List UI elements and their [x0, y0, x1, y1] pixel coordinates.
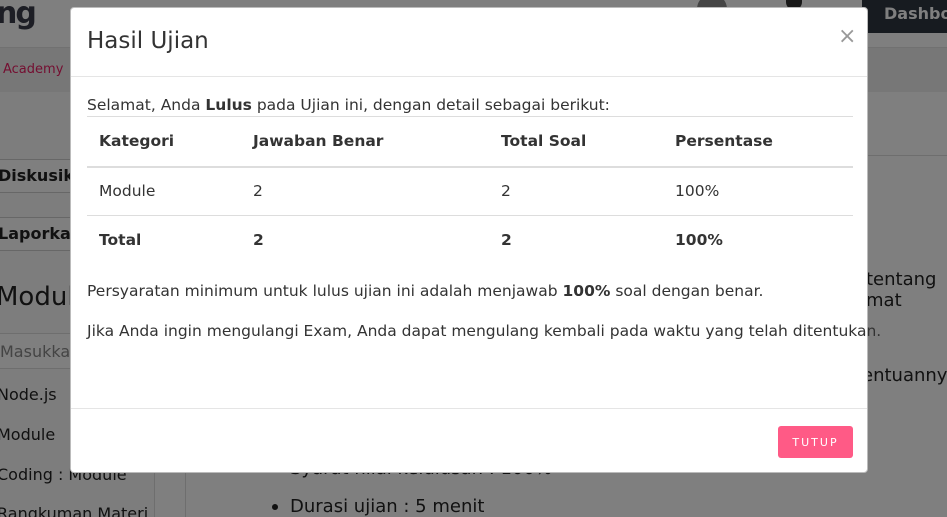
table-cell: 2	[501, 231, 512, 250]
column-header: Total Soal	[489, 116, 663, 168]
result-table: Kategori Jawaban Benar Total Soal Persen…	[87, 116, 853, 265]
intro-prefix: Selamat, Anda	[87, 96, 206, 114]
table-row: Module 2 2 100%	[87, 166, 853, 216]
result-intro: Selamat, Anda Lulus pada Ujian ini, deng…	[87, 94, 853, 116]
requirement-prefix: Persyaratan minimum untuk lulus ujian in…	[87, 282, 563, 300]
retry-text: Jika Anda ingin mengulangi Exam, Anda da…	[87, 322, 882, 340]
table-cell: 2	[253, 231, 264, 250]
column-header: Kategori	[87, 116, 241, 168]
modal-title: Hasil Ujian	[87, 28, 209, 54]
table-cell: 100%	[663, 166, 853, 216]
close-button[interactable]: TUTUP	[778, 426, 853, 458]
table-cell: 100%	[675, 231, 723, 250]
pass-status: Lulus	[205, 96, 252, 114]
requirement-suffix: soal dengan benar.	[610, 282, 764, 300]
table-cell: Module	[87, 166, 241, 216]
table-cell: Total	[99, 231, 142, 250]
modal-header: Hasil Ujian ×	[71, 8, 867, 77]
modal-footer: TUTUP	[71, 408, 867, 473]
requirement-text: Persyaratan minimum untuk lulus ujian in…	[87, 282, 763, 300]
table-cell: 2	[489, 166, 663, 216]
table-total-row: Total 2 2 100%	[87, 216, 853, 265]
exam-result-modal: Hasil Ujian × Selamat, Anda Lulus pada U…	[70, 7, 881, 473]
column-header: Jawaban Benar	[241, 116, 489, 168]
intro-suffix: pada Ujian ini, dengan detail sebagai be…	[251, 96, 610, 114]
close-icon[interactable]: ×	[838, 24, 856, 49]
table-header-row: Kategori Jawaban Benar Total Soal Persen…	[87, 116, 853, 168]
table-cell: 2	[241, 166, 489, 216]
requirement-value: 100%	[562, 282, 611, 300]
modal-body: Selamat, Anda Lulus pada Ujian ini, deng…	[87, 94, 881, 340]
column-header: Persentase	[663, 116, 853, 168]
